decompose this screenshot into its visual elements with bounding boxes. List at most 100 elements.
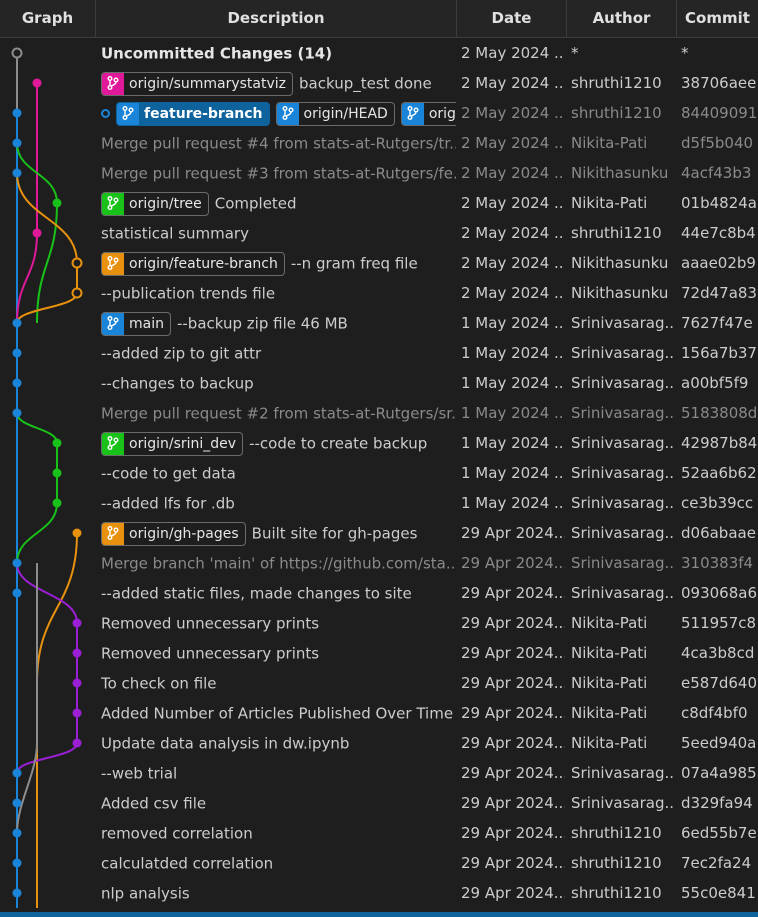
branch-ref-label: feature-branch	[144, 105, 263, 122]
branch-ref-badge[interactable]: origin/HEAD	[275, 101, 395, 126]
commit-row[interactable]: Uncommitted Changes (14) 2 May 2024 ... * *	[0, 38, 758, 68]
commit-date: 29 Apr 2024...	[461, 524, 565, 542]
commit-row[interactable]: origin/srini_dev --code to create backup 1…	[0, 428, 758, 458]
commit-description: statistical summary	[101, 218, 456, 248]
commit-description: --code to get data	[101, 458, 456, 488]
commit-row[interactable]: calculatded correlation 29 Apr 2024... shr…	[0, 848, 758, 878]
commit-description: calculatded correlation	[101, 848, 456, 878]
commit-author: Srinivasarag...	[571, 404, 674, 422]
commit-author: shruthi1210	[571, 884, 662, 902]
git-graph-view: Graph Description Date Author Commit Unc…	[0, 0, 758, 917]
branch-icon	[401, 102, 424, 125]
commit-author: Srinivasarag...	[571, 314, 674, 332]
commit-row[interactable]: main --backup zip file 46 MB 1 May 2024 ..…	[0, 308, 758, 338]
commit-date: 1 May 2024 ...	[461, 464, 565, 482]
commit-row[interactable]: --added static files, made changes to si…	[0, 578, 758, 608]
commit-row[interactable]: --web trial 29 Apr 2024... Srinivasarag...…	[0, 758, 758, 788]
commit-description: --changes to backup	[101, 368, 456, 398]
commit-description: origin/summarystatviz backup_test done	[101, 68, 456, 98]
commit-description: feature-branch origin/HEAD origi	[101, 98, 456, 128]
commit-row[interactable]: --changes to backup 1 May 2024 ... Sriniva…	[0, 368, 758, 398]
graph-column-header[interactable]: Graph	[0, 0, 96, 37]
commit-description: --added static files, made changes to si…	[101, 578, 456, 608]
branch-ref-badge[interactable]: origin/srini_dev	[101, 431, 244, 456]
branch-ref-badge[interactable]: origin/tree	[101, 191, 209, 216]
commit-row[interactable]: Merge pull request #2 from stats-at-Rutg…	[0, 398, 758, 428]
commit-description: origin/feature-branch --n gram freq file	[101, 248, 456, 278]
commit-row[interactable]: To check on file 29 Apr 2024... Nikita-Pat…	[0, 668, 758, 698]
date-column-header[interactable]: Date	[457, 0, 567, 37]
commit-date: 29 Apr 2024...	[461, 584, 565, 602]
branch-ref-badge[interactable]: origin/summarystatviz	[101, 71, 294, 96]
commit-author: Srinivasarag...	[571, 524, 674, 542]
commit-row[interactable]: origin/summarystatviz backup_test done 2 M…	[0, 68, 758, 98]
commit-hash: ce3b39cc	[681, 494, 754, 512]
commit-row[interactable]: Added Number of Articles Published Over …	[0, 698, 758, 728]
description-column-header[interactable]: Description	[96, 0, 457, 37]
commit-date: 2 May 2024 ...	[461, 284, 565, 302]
commit-author: Nikita-Pati	[571, 614, 648, 632]
commit-message: --added static files, made changes to si…	[101, 584, 412, 603]
commit-author: Srinivasarag...	[571, 494, 674, 512]
commit-row[interactable]: --added lfs for .db 1 May 2024 ... Sriniva…	[0, 488, 758, 518]
commit-row[interactable]: origin/gh-pages Built site for gh-pages 29…	[0, 518, 758, 548]
author-column-header[interactable]: Author	[567, 0, 677, 37]
commit-row[interactable]: Update data analysis in dw.ipynb 29 Apr 2…	[0, 728, 758, 758]
branch-ref-label: origin/gh-pages	[129, 525, 239, 542]
commit-description: Removed unnecessary prints	[101, 638, 456, 668]
commit-row[interactable]: Removed unnecessary prints 29 Apr 2024...…	[0, 608, 758, 638]
commit-hash: 310383f4	[681, 554, 754, 572]
commit-row[interactable]: Merge branch 'main' of https://github.co…	[0, 548, 758, 578]
commit-hash: 7ec2fa24	[681, 854, 752, 872]
commit-row[interactable]: feature-branch origin/HEAD origi 2 May 2024…	[0, 98, 758, 128]
commit-row[interactable]: nlp analysis 29 Apr 2024... shruthi1210 55c…	[0, 878, 758, 908]
commit-hash: 52aa6b62	[681, 464, 757, 482]
commit-author: Nikithasunku	[571, 164, 669, 182]
commit-row[interactable]: Merge pull request #3 from stats-at-Rutg…	[0, 158, 758, 188]
commit-message: Merge pull request #4 from stats-at-Rutg…	[101, 134, 456, 153]
commit-message: --code to get data	[101, 464, 236, 483]
branch-icon	[102, 432, 124, 455]
commit-author: Nikita-Pati	[571, 134, 648, 152]
branch-ref-label: origin/srini_dev	[129, 435, 237, 452]
commit-author: Nikita-Pati	[571, 644, 648, 662]
branch-ref-badge[interactable]: origin/gh-pages	[101, 521, 246, 546]
commit-hash: d5f5b040	[681, 134, 754, 152]
commit-date: 29 Apr 2024...	[461, 704, 565, 722]
commit-row[interactable]: Added csv file 29 Apr 2024... Srinivasarag…	[0, 788, 758, 818]
branch-icon	[117, 102, 139, 125]
commit-row[interactable]: origin/feature-branch --n gram freq file 2…	[0, 248, 758, 278]
branch-ref-badge[interactable]: main	[101, 311, 171, 336]
commit-author: Srinivasarag...	[571, 794, 674, 812]
commit-row[interactable]: --added zip to git attr 1 May 2024 ... Sri…	[0, 338, 758, 368]
commit-message: backup_test done	[299, 74, 432, 93]
commit-row[interactable]: --publication trends file 2 May 2024 ... N…	[0, 278, 758, 308]
commit-date: 29 Apr 2024...	[461, 794, 565, 812]
commit-column-header[interactable]: Commit	[677, 0, 758, 37]
commit-message: Removed unnecessary prints	[101, 614, 320, 633]
commit-date: 2 May 2024 ...	[461, 104, 565, 122]
branch-ref-label: origin/feature-branch	[129, 255, 278, 272]
commit-description: --added zip to git attr	[101, 338, 456, 368]
commit-date: 29 Apr 2024...	[461, 824, 565, 842]
branch-icon	[276, 102, 299, 125]
commit-hash: 07a4a985	[681, 764, 757, 782]
branch-ref-badge[interactable]: feature-branch	[116, 101, 270, 126]
commit-description: To check on file	[101, 668, 456, 698]
commit-description: nlp analysis	[101, 878, 456, 908]
commit-row[interactable]: origin/tree Completed 2 May 2024 ... Nikita…	[0, 188, 758, 218]
commit-date: 29 Apr 2024...	[461, 734, 565, 752]
commit-message: Removed unnecessary prints	[101, 644, 320, 663]
status-bar-edge	[0, 912, 758, 917]
commit-description: Added csv file	[101, 788, 456, 818]
commit-message: --added lfs for .db	[101, 494, 235, 513]
commit-row[interactable]: Merge pull request #4 from stats-at-Rutg…	[0, 128, 758, 158]
commit-row[interactable]: statistical summary 2 May 2024 ... shruthi…	[0, 218, 758, 248]
commit-row[interactable]: Removed unnecessary prints 29 Apr 2024...…	[0, 638, 758, 668]
branch-ref-badge[interactable]: origin/feature-branch	[101, 251, 285, 276]
commit-hash: aaae02b9	[681, 254, 756, 272]
commit-author: Nikita-Pati	[571, 704, 648, 722]
branch-ref-badge[interactable]: origi	[400, 101, 456, 126]
commit-row[interactable]: --code to get data 1 May 2024 ... Srinivas…	[0, 458, 758, 488]
commit-row[interactable]: removed correlation 29 Apr 2024... shruthi…	[0, 818, 758, 848]
